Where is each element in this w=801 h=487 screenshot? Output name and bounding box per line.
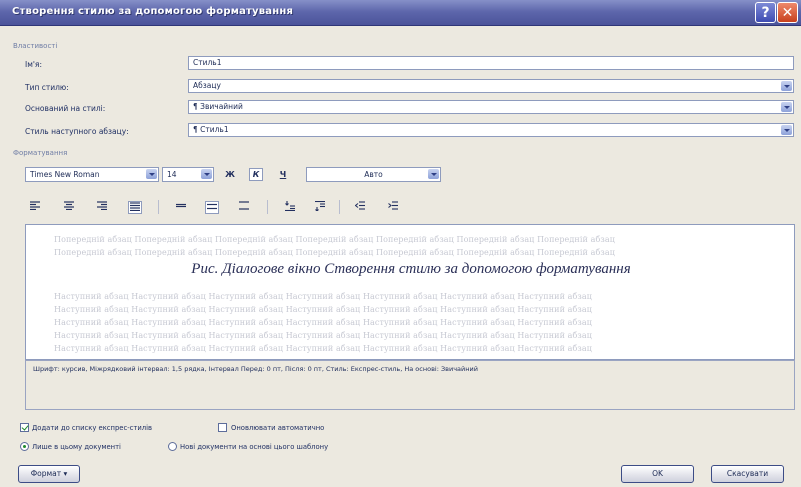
auto-update-label[interactable]: Оновлювати автоматично (231, 424, 324, 432)
next-paragraph-line: Наступний абзац Наступний абзац Наступни… (54, 318, 593, 327)
add-to-quick-styles-label[interactable]: Додати до списку експрес-стилів (32, 424, 152, 432)
font-size-value: 14 (167, 170, 177, 179)
toolbar-separator (339, 200, 340, 214)
next-style-select[interactable]: ¶ Стиль1 (188, 123, 794, 137)
one-half-spacing-icon[interactable] (205, 201, 219, 214)
style-description-text: Шрифт: курсив, Міжрядковий інтервал: 1,5… (33, 365, 478, 373)
underline-button[interactable]: Ч (276, 168, 290, 181)
title-bar: Створення стилю за допомогою форматуванн… (0, 0, 801, 26)
decrease-indent-icon[interactable] (353, 201, 367, 214)
next-paragraph-line: Наступний абзац Наступний абзац Наступни… (54, 305, 593, 314)
font-name-value: Times New Roman (30, 170, 100, 179)
next-paragraph-line: Наступний абзац Наступний абзац Наступни… (54, 292, 593, 301)
only-this-document-label[interactable]: Лише в цьому документі (32, 443, 121, 451)
toolbar-separator (158, 200, 159, 214)
based-on-select[interactable]: ¶ Звичайний (188, 100, 794, 114)
new-documents-label[interactable]: Нові документи на основі цього шаблону (180, 443, 328, 451)
single-spacing-icon[interactable] (174, 201, 188, 214)
preview-pane: Попередній абзац Попередній абзац Попере… (25, 224, 795, 360)
double-spacing-icon[interactable] (237, 201, 251, 214)
space-before-icon[interactable] (283, 201, 297, 214)
toolbar-separator (267, 200, 268, 214)
style-type-value: Абзацу (193, 81, 221, 90)
based-on-label: Оснований на стилі: (25, 104, 106, 113)
space-after-icon[interactable] (313, 200, 327, 214)
ok-button[interactable]: OK (621, 465, 694, 483)
chevron-down-icon[interactable] (201, 169, 212, 179)
close-button[interactable]: ✕ (777, 2, 798, 23)
window-title: Створення стилю за допомогою форматуванн… (12, 6, 294, 17)
align-right-icon[interactable] (95, 201, 109, 214)
name-input[interactable]: Стиль1 (188, 56, 794, 70)
cancel-button[interactable]: Скасувати (711, 465, 784, 483)
next-paragraph-line: Наступний абзац Наступний абзац Наступни… (54, 331, 593, 340)
properties-section-label: Властивості (13, 42, 58, 50)
preview-sample-text: Рис. Діалогове вікно Створення стилю за … (191, 261, 631, 277)
name-label: Ім'я: (25, 60, 42, 69)
format-button[interactable]: Формат ▾ (18, 465, 80, 483)
style-description: Шрифт: курсив, Міжрядковий інтервал: 1,5… (25, 360, 795, 410)
align-left-icon[interactable] (28, 201, 42, 214)
auto-update-checkbox[interactable] (218, 423, 227, 432)
italic-button[interactable]: К (249, 168, 263, 181)
next-paragraph-line: Наступний абзац Наступний абзац Наступни… (54, 344, 593, 353)
font-name-select[interactable]: Times New Roman (25, 167, 159, 182)
align-justify-icon[interactable] (128, 201, 142, 214)
next-style-label: Стиль наступного абзацу: (25, 127, 129, 136)
font-color-select[interactable]: Авто (306, 167, 441, 182)
formatting-section-label: Форматування (13, 149, 68, 157)
next-style-value: ¶ Стиль1 (193, 125, 229, 134)
based-on-value: ¶ Звичайний (193, 102, 243, 111)
previous-paragraph-line: Попередній абзац Попередній абзац Попере… (54, 248, 615, 257)
only-this-document-radio[interactable] (20, 442, 29, 451)
previous-paragraph-line: Попередній абзац Попередній абзац Попере… (54, 235, 615, 244)
font-color-value: Авто (364, 170, 383, 179)
new-documents-radio[interactable] (168, 442, 177, 451)
style-type-select[interactable]: Абзацу (188, 79, 794, 93)
add-to-quick-styles-checkbox[interactable] (20, 423, 29, 432)
style-type-label: Тип стилю: (25, 83, 69, 92)
help-button[interactable]: ? (755, 2, 776, 23)
align-center-icon[interactable] (62, 201, 76, 214)
increase-indent-icon[interactable] (386, 201, 400, 214)
chevron-down-icon[interactable] (781, 102, 792, 112)
chevron-down-icon[interactable] (781, 125, 792, 135)
font-size-select[interactable]: 14 (162, 167, 214, 182)
bold-button[interactable]: Ж (223, 168, 237, 181)
chevron-down-icon[interactable] (428, 169, 439, 179)
chevron-down-icon[interactable] (781, 81, 792, 91)
chevron-down-icon[interactable] (146, 169, 157, 179)
